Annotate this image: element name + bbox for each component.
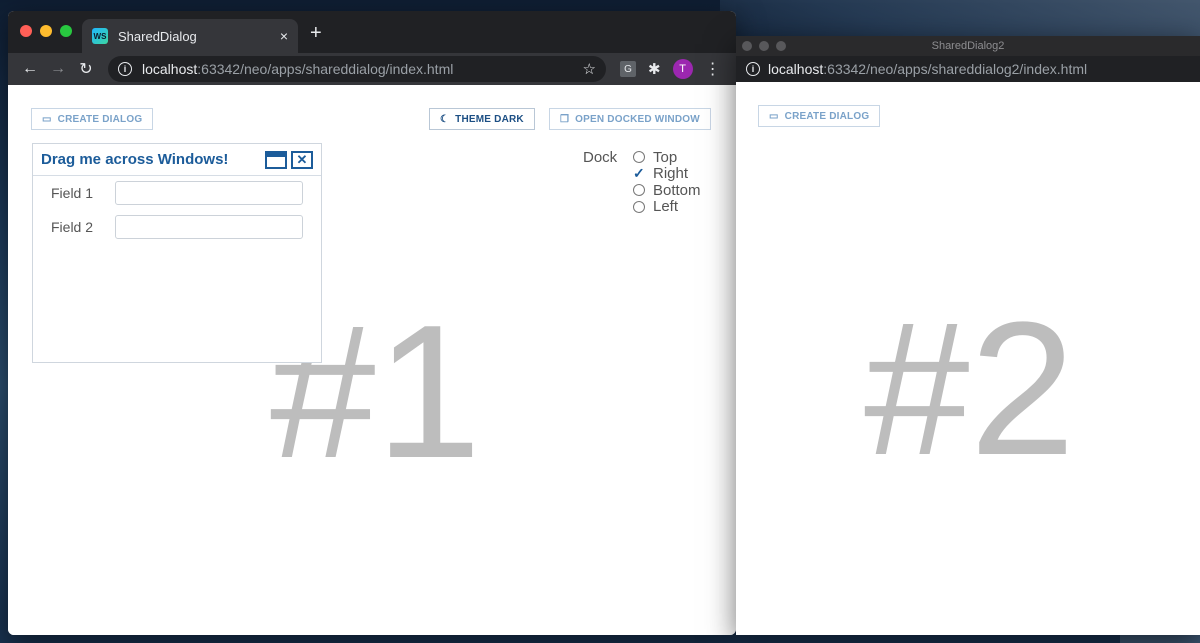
theme-dark-button[interactable]: ☾ THEME DARK [429, 108, 535, 130]
url-text: localhost:63342/neo/apps/shareddialog/in… [142, 61, 454, 77]
checkmark-icon[interactable]: ✓ [633, 165, 645, 182]
field2-label: Field 2 [51, 219, 94, 235]
create-dialog-button[interactable]: ▭ CREATE DIALOG [758, 105, 881, 127]
menu-dots-icon[interactable]: ⋮ [705, 59, 721, 79]
minimize-window-button[interactable] [40, 25, 52, 37]
browser-window-1: WS SharedDialog × + ← → ↻ i localhost:63… [8, 11, 736, 635]
address-bar: i localhost:63342/neo/apps/shareddialog2… [736, 56, 1200, 82]
dock-options: Top ✓ Right Bottom Left [633, 149, 701, 215]
forward-arrow-icon[interactable]: → [44, 60, 72, 78]
puzzle-icon[interactable]: ✱ [648, 60, 661, 78]
close-window-button[interactable] [20, 25, 32, 37]
window2-titlebar[interactable]: SharedDialog2 [736, 36, 1200, 56]
dock-option-bottom[interactable]: Bottom [633, 182, 701, 199]
window-controls [20, 25, 72, 37]
info-icon[interactable]: i [746, 62, 760, 76]
maximize-window-button[interactable] [60, 25, 72, 37]
maximize-icon[interactable] [265, 150, 287, 169]
window2-title: SharedDialog2 [931, 40, 1005, 52]
tab-shareddialog[interactable]: WS SharedDialog × [82, 19, 298, 53]
address-bar[interactable]: i localhost:63342/neo/apps/shareddialog/… [108, 56, 606, 82]
field2-input[interactable] [115, 215, 303, 239]
new-tab-icon[interactable]: + [310, 23, 322, 43]
windows-icon: ❐ [560, 113, 570, 125]
radio-icon[interactable] [633, 200, 645, 213]
field1-label: Field 1 [51, 185, 94, 201]
close-tab-icon[interactable]: × [280, 28, 288, 44]
dialog-title: Drag me across Windows! [41, 151, 229, 168]
window-number-label: #2 [864, 283, 1076, 495]
info-icon[interactable]: i [118, 62, 132, 76]
dock-option-right[interactable]: ✓ Right [633, 165, 701, 182]
tab-bar: WS SharedDialog × + [8, 11, 736, 53]
close-icon[interactable]: ✕ [291, 150, 313, 169]
avatar[interactable]: T [672, 59, 693, 79]
radio-icon[interactable] [633, 151, 645, 164]
window-icon: ▭ [769, 110, 779, 122]
shared-dialog[interactable]: Drag me across Windows! ✕ Field 1 Field … [32, 143, 322, 363]
dialog-header[interactable]: Drag me across Windows! ✕ [33, 144, 321, 176]
dock-option-left[interactable]: Left [633, 198, 701, 215]
page-content: ▭ CREATE DIALOG ☾ THEME DARK ❐ OPEN DOCK… [8, 85, 736, 635]
browser-toolbar: ← → ↻ i localhost:63342/neo/apps/sharedd… [8, 53, 736, 85]
dock-option-top[interactable]: Top [633, 149, 701, 166]
bookmark-star-icon[interactable]: ☆ [583, 60, 596, 78]
radio-icon[interactable] [633, 184, 645, 197]
dock-label: Dock [583, 149, 618, 166]
create-dialog-button[interactable]: ▭ CREATE DIALOG [31, 108, 154, 130]
window-icon: ▭ [42, 113, 52, 125]
form-row: Field 1 [33, 176, 321, 210]
back-arrow-icon[interactable]: ← [16, 60, 44, 78]
url-text: localhost:63342/neo/apps/shareddialog2/i… [768, 61, 1088, 77]
moon-icon: ☾ [440, 113, 450, 125]
webstorm-icon: WS [92, 28, 108, 44]
open-docked-window-button[interactable]: ❐ OPEN DOCKED WINDOW [549, 108, 711, 130]
extension-g-icon[interactable]: G [620, 61, 636, 77]
tab-title: SharedDialog [118, 28, 197, 44]
reload-icon[interactable]: ↻ [72, 59, 100, 79]
form-row: Field 2 [33, 210, 321, 244]
extensions-area: G ✱ T ⋮ [620, 59, 721, 79]
browser-window-2: SharedDialog2 i localhost:63342/neo/apps… [736, 36, 1200, 635]
page-content: ▭ CREATE DIALOG #2 [736, 82, 1200, 635]
field1-input[interactable] [115, 181, 303, 205]
